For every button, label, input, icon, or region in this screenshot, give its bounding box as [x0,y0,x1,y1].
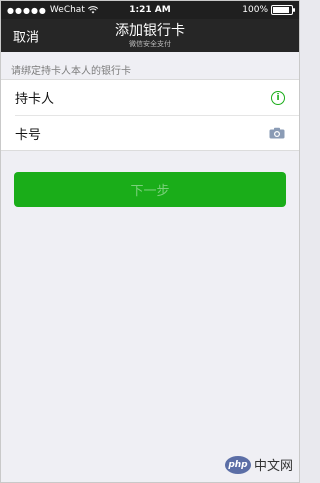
cardholder-field[interactable]: 持卡人 i [1,80,299,115]
card-number-label: 卡号 [15,127,42,143]
signal-icon: ●●●●● [7,5,47,15]
status-bar: ●●●●● WeChat 1:21 AM 100% [1,1,299,19]
next-step-button[interactable]: 下一步 [14,172,286,207]
clock: 1:21 AM [129,5,171,15]
status-right: 100% [183,5,295,15]
page-subtitle: 微信安全支付 [129,39,171,48]
battery-fill [273,7,289,13]
battery-icon [271,5,295,15]
camera-icon[interactable] [269,127,285,139]
cardholder-label: 持卡人 [15,92,55,107]
navigation-bar: 取消 添加银行卡 微信安全支付 [1,19,299,52]
card-number-field[interactable]: 卡号 [15,115,299,150]
watermark-logo: php 中文网 [224,455,293,474]
card-form: 持卡人 i 卡号 [1,79,299,151]
php-logo-icon: php [224,455,251,474]
info-icon[interactable]: i [271,90,285,105]
carrier-label: WeChat [49,5,85,15]
page-title: 添加银行卡 [115,22,185,39]
title-group: 添加银行卡 微信安全支付 [115,24,185,48]
wifi-icon [87,6,98,14]
instruction-text: 请绑定持卡人本人的银行卡 [11,66,131,77]
watermark-text: 中文网 [253,459,293,474]
cancel-button[interactable]: 取消 [13,26,39,45]
battery-percent: 100% [242,5,268,15]
status-left: ●●●●● WeChat [7,5,117,15]
phone-screen: ●●●●● WeChat 1:21 AM 100% 取消 添加银行卡 微信安全支… [0,0,300,483]
